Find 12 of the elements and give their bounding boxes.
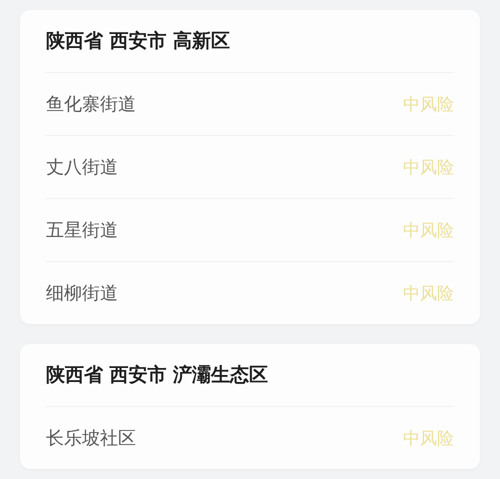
risk-level: 中风险 [403, 94, 454, 116]
street-name: 五星街道 [46, 219, 118, 242]
area-title: 陕西省 西安市 浐灞生态区 [46, 363, 268, 388]
street-name: 长乐坡社区 [46, 427, 136, 450]
street-name: 鱼化寨街道 [46, 93, 136, 116]
risk-level: 中风险 [403, 428, 454, 450]
risk-level: 中风险 [403, 282, 454, 304]
street-name: 细柳街道 [46, 282, 118, 305]
risk-level: 中风险 [403, 156, 454, 178]
area-title: 陕西省 西安市 高新区 [46, 29, 230, 54]
street-name: 丈八街道 [46, 156, 118, 179]
risk-level: 中风险 [403, 220, 454, 242]
